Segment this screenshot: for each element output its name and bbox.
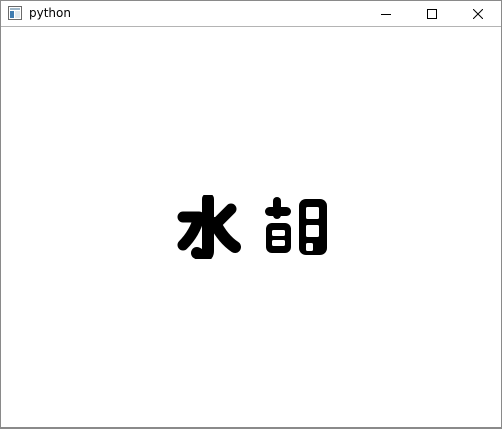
window-title: python (29, 6, 71, 20)
app-window: python 水胡 (0, 0, 502, 429)
maximize-button[interactable] (409, 1, 455, 26)
close-icon (473, 8, 483, 19)
maximize-icon (427, 8, 437, 19)
glyph-shui (177, 195, 241, 259)
canvas-text: 水胡 (1, 27, 2, 28)
glyph-hu (265, 197, 327, 255)
minimize-button[interactable] (363, 1, 409, 26)
canvas-glyphs (175, 192, 329, 262)
close-button[interactable] (455, 1, 501, 26)
python-window-icon (8, 6, 22, 20)
canvas-area: 水胡 (1, 27, 501, 427)
title-bar[interactable]: python (1, 1, 501, 27)
minimize-icon (381, 13, 391, 15)
